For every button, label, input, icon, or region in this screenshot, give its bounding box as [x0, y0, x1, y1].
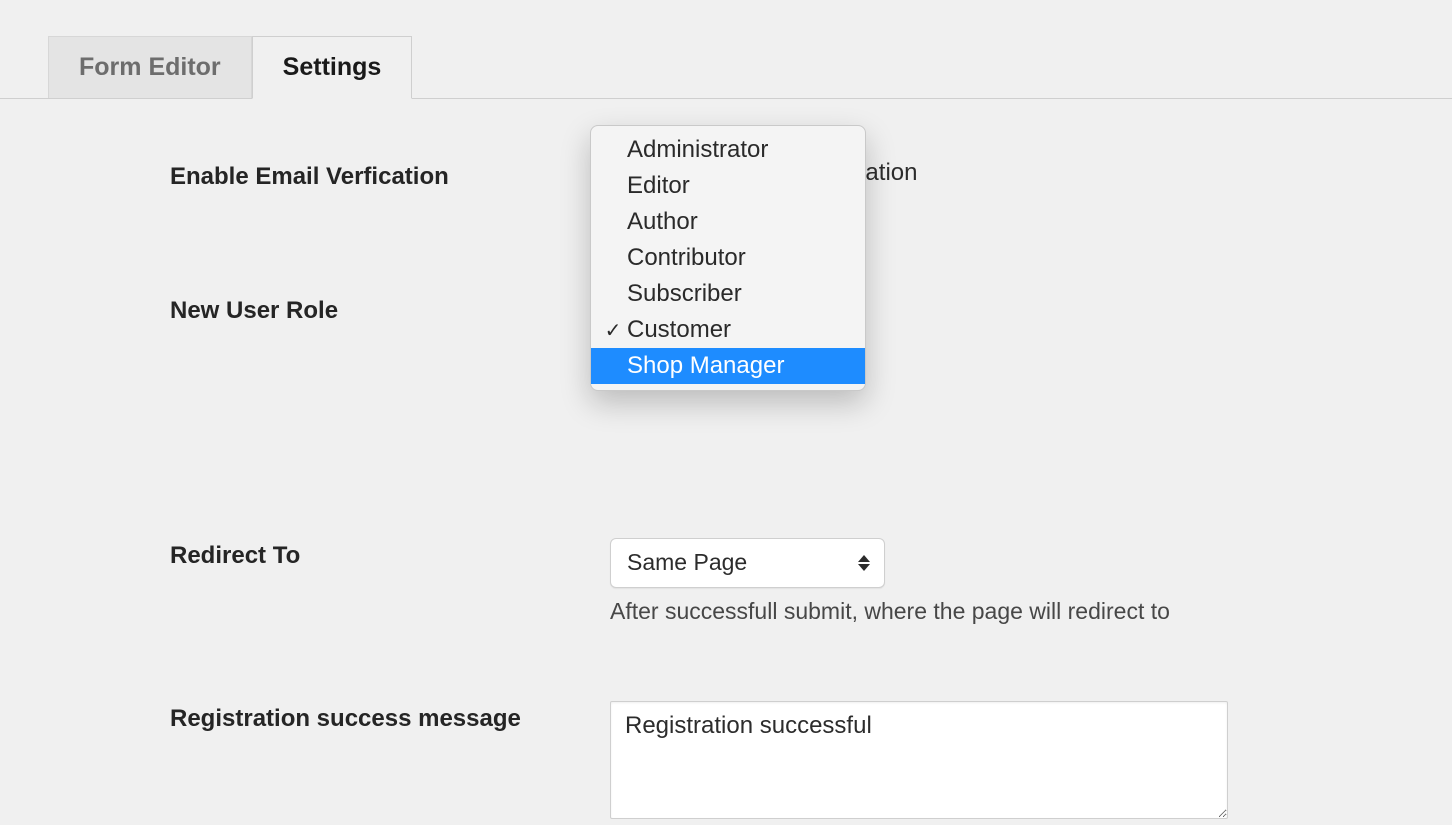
field-control [610, 701, 1412, 825]
dropdown-option-shop-manager[interactable]: Shop Manager [591, 348, 865, 384]
tabs-bar: Form Editor Settings [0, 0, 1452, 99]
select-value: Same Page [627, 549, 747, 576]
tab-label: Settings [283, 53, 382, 81]
caret-down-icon [858, 564, 870, 571]
dropdown-option-subscriber[interactable]: Subscriber [591, 276, 865, 312]
dropdown-option-label: Customer [625, 316, 731, 344]
field-label: Redirect To [170, 538, 610, 572]
field-label: Enable Email Verfication [170, 159, 610, 193]
dropdown-option-label: Author [625, 208, 698, 236]
dropdown-option-label: Contributor [625, 244, 746, 272]
caret-up-icon [858, 555, 870, 562]
row-redirect-to: Redirect To Same Page After successfull … [170, 538, 1412, 625]
row-new-user-role: New User Role Administrator Editor Autho… [170, 293, 1412, 327]
dropdown-option-editor[interactable]: Editor [591, 168, 865, 204]
field-label: New User Role [170, 293, 610, 327]
dropdown-option-label: Editor [625, 172, 690, 200]
dropdown-option-author[interactable]: Author [591, 204, 865, 240]
dropdown-option-label: Subscriber [625, 280, 742, 308]
dropdown-option-administrator[interactable]: Administrator [591, 132, 865, 168]
field-control: Same Page After successfull submit, wher… [610, 538, 1412, 625]
dropdown-option-customer[interactable]: ✓ Customer [591, 312, 865, 348]
dropdown-option-label: Administrator [625, 136, 768, 164]
success-message-textarea[interactable] [610, 701, 1228, 819]
helper-text: After successfull submit, where the page… [610, 598, 1412, 625]
row-success-message: Registration success message [170, 701, 1412, 825]
updown-caret-icon [858, 555, 870, 571]
tab-form-editor[interactable]: Form Editor [48, 36, 252, 98]
tab-settings[interactable]: Settings [252, 36, 413, 99]
user-role-dropdown-menu: Administrator Editor Author Contributor … [590, 125, 866, 391]
dropdown-option-label: Shop Manager [625, 352, 784, 380]
settings-form: Enable Email Verfication Enable Email Ve… [0, 99, 1452, 825]
field-label: Registration success message [170, 701, 610, 735]
tab-label: Form Editor [79, 53, 221, 81]
redirect-select[interactable]: Same Page [610, 538, 885, 588]
dropdown-option-contributor[interactable]: Contributor [591, 240, 865, 276]
check-icon: ✓ [601, 318, 625, 343]
